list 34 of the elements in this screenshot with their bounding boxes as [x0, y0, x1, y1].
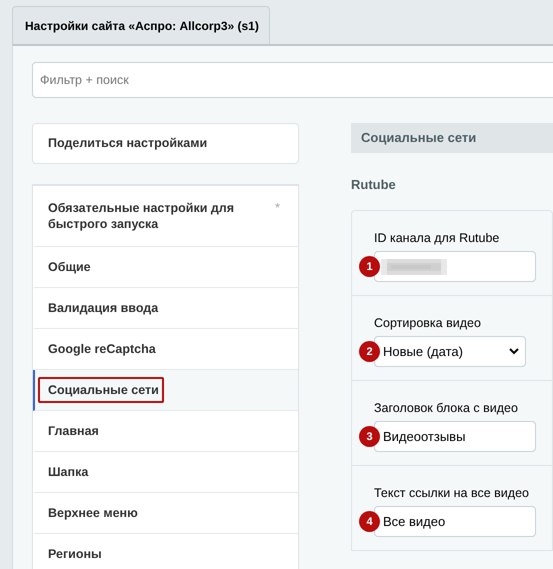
menu-item[interactable]: Общие: [33, 247, 298, 288]
menu-item[interactable]: Обязательные настройки для быстрого запуска *: [33, 186, 298, 247]
chevron-down-icon: [509, 348, 519, 356]
menu-item-label: Общие: [47, 259, 92, 276]
menu-item[interactable]: Социальные сети: [33, 370, 298, 411]
number-badge: 1: [359, 256, 380, 278]
filter-field[interactable]: Фильтр + поиск: [32, 62, 553, 98]
select-field[interactable]: Новые (дата): [374, 336, 526, 368]
menu-item-label: Регионы: [47, 546, 103, 563]
section-header: Социальные сети: [351, 123, 553, 153]
required-mark: *: [274, 199, 280, 217]
input-field[interactable]: Видеоотзывы: [374, 421, 536, 452]
menu-item[interactable]: Регионы: [33, 534, 298, 569]
input-field[interactable]: Все видео: [374, 506, 536, 538]
menu-item[interactable]: Шапка: [33, 452, 298, 493]
menu-item-label: Социальные сети: [38, 377, 164, 403]
menu-item-label: Шапка: [47, 464, 90, 481]
field-label: Заголовок блока с видео: [374, 400, 519, 416]
menu-item-label: Обязательные настройки для быстрого запуска: [47, 200, 236, 233]
share-settings-button[interactable]: Поделиться настройками: [32, 123, 299, 164]
menu-item[interactable]: Верхнее меню: [33, 493, 298, 534]
tab[interactable]: Настройки сайта «Аспро: Allcorp3» (s1): [12, 6, 270, 44]
field-label: Текст ссылки на все видео: [374, 484, 530, 502]
field-label: Сортировка видео: [374, 314, 482, 332]
menu-item-label: Верхнее меню: [47, 505, 139, 522]
group-title: Rutube: [351, 176, 397, 194]
menu-item-label: Главная: [47, 423, 100, 440]
number-badge: 2: [359, 341, 380, 362]
menu-item-label: Google reCaptcha: [47, 341, 157, 358]
input-field[interactable]: [374, 251, 536, 282]
menu-item-label: Валидация ввода: [47, 300, 160, 317]
menu-item[interactable]: Валидация ввода: [33, 288, 298, 329]
menu-item[interactable]: Главная: [33, 411, 298, 452]
field-label: ID канала для Rutube: [374, 230, 500, 246]
